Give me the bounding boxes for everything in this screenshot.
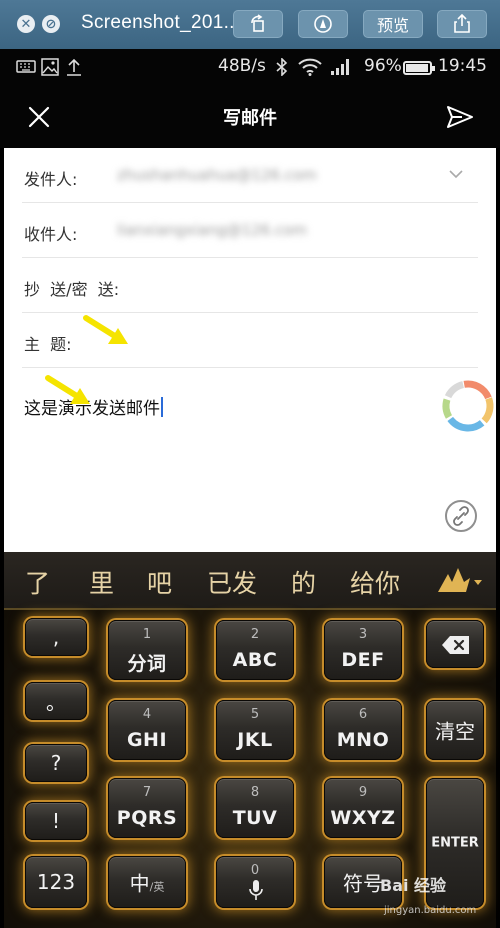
yellow-arrow-icon xyxy=(45,375,90,404)
key-period[interactable]: 。 xyxy=(25,682,87,720)
key-1-fenci[interactable]: 1 分词 xyxy=(108,620,186,680)
key-6-mno[interactable]: 6 MNO xyxy=(324,700,402,760)
window-title: Screenshot_201... xyxy=(81,12,241,33)
cc-bcc-label: 抄 送/密 送: xyxy=(24,280,120,299)
key-4-ghi[interactable]: 4 GHI xyxy=(108,700,186,760)
key-comma[interactable]: , xyxy=(25,618,87,656)
key-9-wxyz[interactable]: 9 WXYZ xyxy=(324,778,402,838)
text-caret xyxy=(161,397,163,417)
candidate-word[interactable]: 的 xyxy=(291,564,316,600)
clock: 19:45 xyxy=(438,56,487,76)
clear-button[interactable]: 清空 xyxy=(426,700,484,760)
key-7-pqrs[interactable]: 7 PQRS xyxy=(108,778,186,838)
compose-header: 写邮件 xyxy=(0,85,500,148)
key-exclamation[interactable]: ! xyxy=(25,802,87,840)
ying-label: /英 xyxy=(149,880,165,894)
from-label: 发件人: xyxy=(24,170,78,189)
keyboard-status-icon xyxy=(16,60,36,73)
to-row[interactable]: 收件人: lianxiangxiang@126.com xyxy=(22,203,478,258)
send-icon[interactable] xyxy=(446,104,474,130)
key-0-voice[interactable]: 0 xyxy=(216,856,294,908)
battery-icon xyxy=(403,61,435,75)
to-field[interactable]: lianxiangxiang@126.com xyxy=(117,221,307,239)
key-123[interactable]: 123 xyxy=(25,856,87,908)
floating-assistant-icon[interactable] xyxy=(440,378,496,434)
from-row[interactable]: 发件人: zhushanhuahua@126.com xyxy=(22,148,478,203)
zhong-label: 中 xyxy=(129,871,150,896)
cc-bcc-row[interactable]: 抄 送/密 送: xyxy=(22,258,478,313)
key-question[interactable]: ? xyxy=(25,744,87,782)
candidate-word[interactable]: 里 xyxy=(89,564,114,600)
image-status-icon xyxy=(41,58,59,76)
close-window-icon[interactable]: ✕ xyxy=(17,15,35,33)
markup-pen-icon xyxy=(314,15,332,33)
key-chinese-english-toggle[interactable]: 中/英 xyxy=(108,856,186,908)
key-3-def[interactable]: 3 DEF xyxy=(324,620,402,680)
upload-status-icon xyxy=(67,58,81,76)
sogou-logo-menu-icon[interactable] xyxy=(434,566,484,596)
markup-button[interactable] xyxy=(298,10,348,38)
battery-percentage: 96% xyxy=(364,56,402,76)
bluetooth-icon xyxy=(276,58,288,76)
share-icon xyxy=(454,14,470,33)
candidate-bar: 了 里 吧 已发 的 给你 xyxy=(4,552,496,610)
subject-label: 主 题: xyxy=(24,335,72,354)
from-field[interactable]: zhushanhuahua@126.com xyxy=(117,166,317,184)
compose-form: 发件人: zhushanhuahua@126.com 收件人: lianxian… xyxy=(4,148,496,552)
key-2-abc[interactable]: 2 ABC xyxy=(216,620,294,680)
network-speed: 48B/s xyxy=(218,56,266,76)
microphone-icon xyxy=(249,880,263,900)
candidate-word[interactable]: 已发 xyxy=(207,564,257,600)
candidate-word[interactable]: 了 xyxy=(25,564,50,600)
share-button[interactable] xyxy=(437,10,487,38)
attachment-button[interactable] xyxy=(445,500,477,532)
signal-icon xyxy=(331,59,349,75)
candidate-word[interactable]: 给你 xyxy=(350,564,400,600)
minimize-window-icon[interactable]: ⊘ xyxy=(42,15,60,33)
key-8-tuv[interactable]: 8 TUV xyxy=(216,778,294,838)
watermark-url: jingyan.baidu.com xyxy=(384,905,477,916)
candidate-word[interactable]: 吧 xyxy=(147,564,172,600)
backspace-button[interactable] xyxy=(426,620,484,668)
preview-button[interactable]: 预览 xyxy=(363,10,423,38)
watermark-logo: Bai 经验 xyxy=(380,876,447,895)
paperclip-link-icon xyxy=(453,506,469,526)
rotate-button[interactable] xyxy=(233,10,283,38)
status-bar: 48B/s 96% 19:45 xyxy=(0,49,500,85)
wifi-icon xyxy=(298,58,322,76)
rotate-icon xyxy=(251,14,264,32)
page-title: 写邮件 xyxy=(223,108,277,129)
backspace-icon xyxy=(442,636,469,654)
chevron-down-icon[interactable] xyxy=(448,168,464,180)
to-label: 收件人: xyxy=(24,225,78,244)
preview-titlebar: ✕ ⊘ Screenshot_201... 预览 xyxy=(0,0,500,49)
key-5-jkl[interactable]: 5 JKL xyxy=(216,700,294,760)
yellow-arrow-icon xyxy=(83,315,128,344)
